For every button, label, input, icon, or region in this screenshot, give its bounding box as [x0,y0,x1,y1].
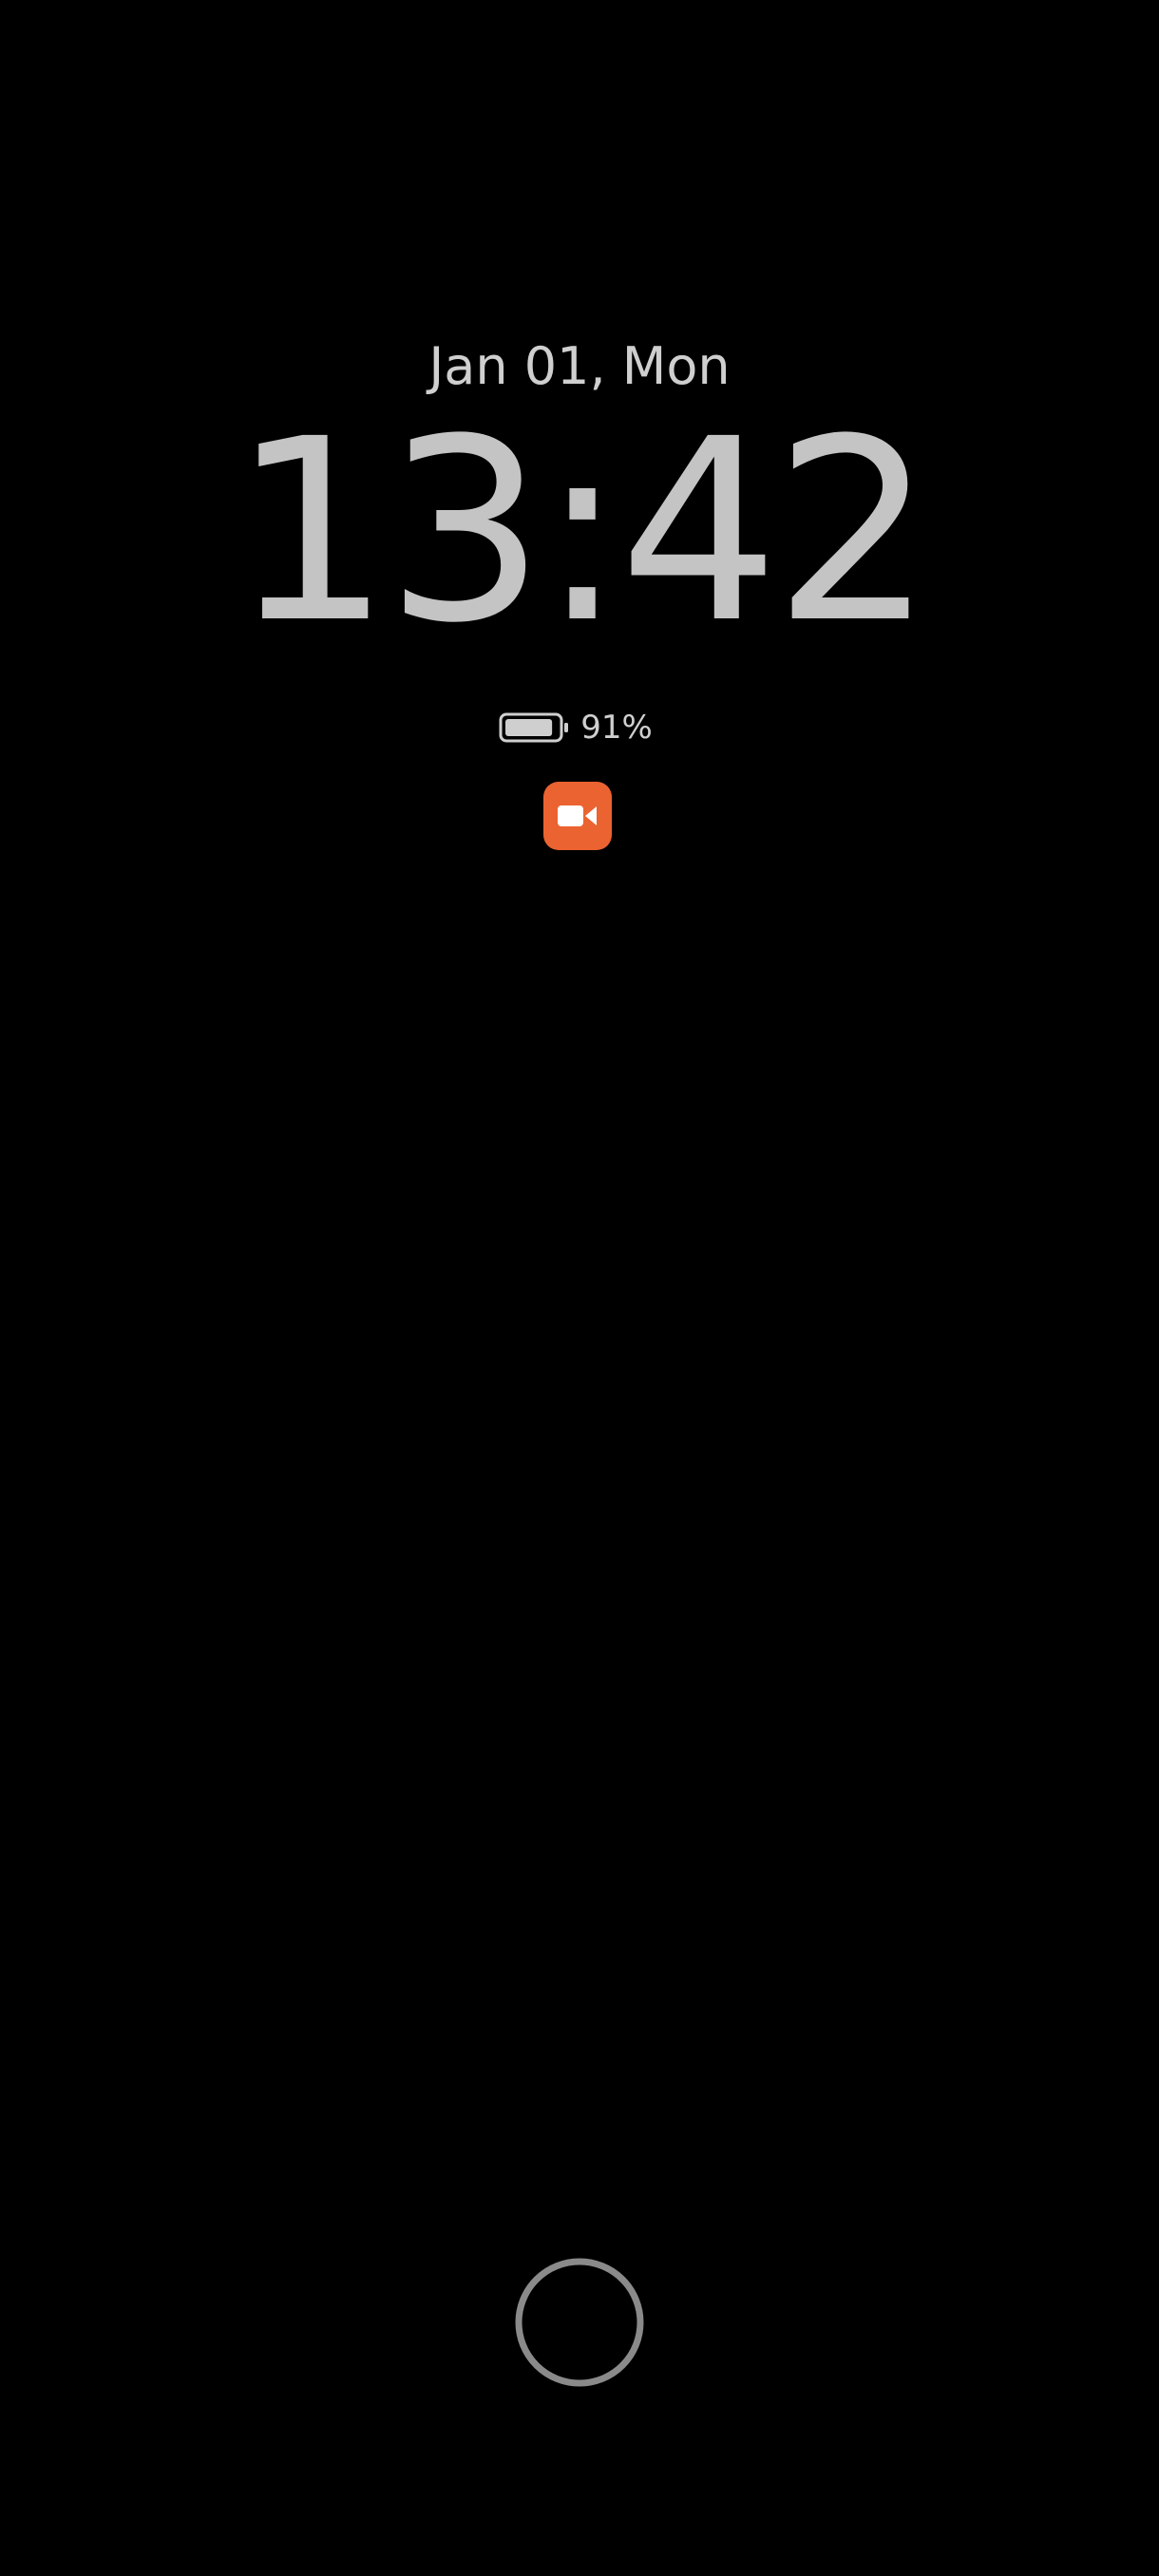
clock-time: 13:42 [231,386,934,678]
battery-percentage: 91% [580,709,653,747]
video-camera-icon [543,782,612,850]
always-on-display: Jan 01, Mon 13:42 91% [0,0,1159,2576]
video-camera-glyph [558,805,597,826]
battery-icon [499,712,569,743]
fingerprint-ring-icon[interactable] [514,2257,645,2388]
battery-status: 91% [0,707,1159,748]
